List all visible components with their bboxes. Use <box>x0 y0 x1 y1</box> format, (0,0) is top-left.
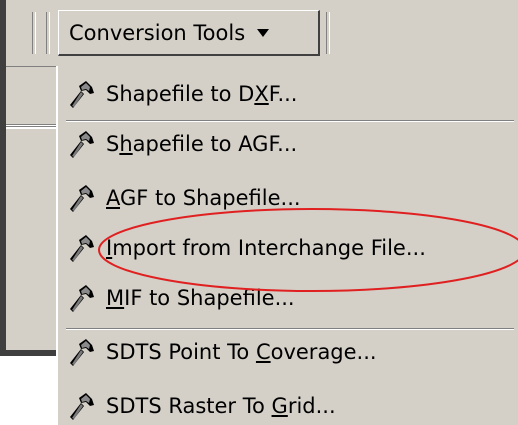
menu-item[interactable]: SDTS Point To Coverage... <box>62 330 502 374</box>
hammer-icon <box>66 129 96 159</box>
label-part: F... <box>268 82 298 106</box>
menu-item[interactable]: Import from Interchange File... <box>62 226 502 270</box>
menu-separator <box>66 120 514 122</box>
window-frame-bottom <box>0 350 62 356</box>
screenshot-stage: Conversion Tools Shapefile to DXF... Shap… <box>0 0 518 425</box>
menu-item[interactable]: Shapefile to AGF... <box>62 122 502 166</box>
hammer-icon <box>66 79 96 109</box>
mnemonic-letter: A <box>106 186 120 210</box>
mnemonic-letter: C <box>255 340 271 364</box>
menu-item-label: SDTS Point To Coverage... <box>106 340 377 364</box>
menu-item[interactable]: SDTS Raster To Grid... <box>62 384 502 425</box>
label-part: SDTS Raster To <box>106 394 272 418</box>
label-part: rid... <box>287 394 336 418</box>
label-part: GF to Shapefile... <box>120 186 301 210</box>
label-part: SDTS Point To <box>106 340 256 364</box>
dropdown-arrow-icon <box>257 28 270 37</box>
hammer-icon <box>66 233 96 263</box>
toolbar-separator <box>32 12 36 54</box>
label-part: apefile to AGF... <box>132 132 298 156</box>
toolbar-separator <box>326 12 330 54</box>
background-divider <box>6 126 62 129</box>
menu-item-label: Shapefile to AGF... <box>106 132 297 156</box>
menu-item-label: SDTS Raster To Grid... <box>106 394 336 418</box>
mnemonic-letter: X <box>254 82 269 106</box>
menu-item[interactable]: MIF to Shapefile... <box>62 276 502 320</box>
conversion-tools-label: Conversion Tools <box>69 20 246 45</box>
hammer-icon <box>66 283 96 313</box>
conversion-tools-menu: Shapefile to DXF... Shapefile to AGF... AG… <box>56 66 518 425</box>
menu-item-label: MIF to Shapefile... <box>106 286 295 310</box>
toolbar: Conversion Tools <box>6 0 518 67</box>
hammer-icon <box>66 391 96 421</box>
label-part: IF to Shapefile... <box>124 286 295 310</box>
label-part: mport from Interchange File... <box>112 236 426 260</box>
menu-separator <box>66 328 514 330</box>
menu-item-label: Import from Interchange File... <box>106 236 426 260</box>
label-part: Shapefile to D <box>106 82 255 106</box>
menu-item-label: Shapefile to DXF... <box>106 82 297 106</box>
toolbar-separator <box>46 12 50 54</box>
mnemonic-letter: M <box>106 286 125 310</box>
mnemonic-letter: h <box>119 132 133 156</box>
conversion-tools-dropdown[interactable]: Conversion Tools <box>58 10 320 56</box>
hammer-icon <box>66 337 96 367</box>
mnemonic-letter: G <box>271 394 288 418</box>
hammer-icon <box>66 183 96 213</box>
menu-item[interactable]: AGF to Shapefile... <box>62 176 502 220</box>
menu-item[interactable]: Shapefile to DXF... <box>62 72 502 116</box>
label-part: overage... <box>270 340 377 364</box>
label-part: S <box>106 132 120 156</box>
menu-item-label: AGF to Shapefile... <box>106 186 301 210</box>
